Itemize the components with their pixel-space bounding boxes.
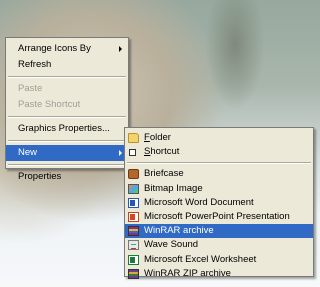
submenu-item-label: Briefcase xyxy=(144,168,184,180)
menu-item-paste[interactable]: Paste xyxy=(6,81,128,97)
shortcut-icon xyxy=(129,149,136,157)
excel-icon xyxy=(128,254,139,265)
submenu-item-label: Microsoft Word Document xyxy=(144,196,254,208)
submenu-item-winrar-archive[interactable]: WinRAR archive xyxy=(125,224,313,239)
folder-icon xyxy=(128,133,139,143)
powerpoint-icon xyxy=(128,211,139,222)
submenu-item-bitmap-image[interactable]: Bitmap Image xyxy=(125,182,313,196)
menu-item-label: Graphics Properties... xyxy=(18,123,110,134)
word-document-icon xyxy=(128,197,139,208)
submenu-item-briefcase[interactable]: Briefcase xyxy=(125,167,313,181)
menu-separator xyxy=(127,162,311,165)
wallpaper-shadow xyxy=(205,0,265,110)
desktop-context-menu: Arrange Icons By Refresh Paste Paste Sho… xyxy=(5,37,129,182)
submenu-item-shortcut[interactable]: Shortcut xyxy=(125,145,313,159)
submenu-item-label: WinRAR archive xyxy=(144,225,214,237)
submenu-item-wave-sound[interactable]: Wave Sound xyxy=(125,238,313,252)
menu-item-label: Properties xyxy=(18,171,62,182)
submenu-item-label: Microsoft Excel Worksheet xyxy=(144,253,257,265)
submenu-item-word-document[interactable]: Microsoft Word Document xyxy=(125,196,313,210)
menu-item-paste-shortcut[interactable]: Paste Shortcut xyxy=(6,97,128,113)
submenu-item-label: WinRAR ZIP archive xyxy=(144,267,231,279)
menu-separator xyxy=(8,140,126,142)
menu-item-label: Paste xyxy=(18,83,43,94)
menu-item-graphics-properties[interactable]: Graphics Properties... xyxy=(6,121,128,137)
submenu-item-label: older xyxy=(149,132,171,143)
menu-item-arrange-icons-by[interactable]: Arrange Icons By xyxy=(6,41,128,57)
winrar-icon xyxy=(128,226,139,237)
menu-separator xyxy=(8,76,126,78)
menu-separator xyxy=(8,164,126,166)
bitmap-icon xyxy=(128,183,139,194)
submenu-arrow-icon xyxy=(119,150,122,156)
winrar-zip-icon xyxy=(128,268,139,279)
menu-item-properties[interactable]: Properties xyxy=(6,169,128,185)
submenu-item-folder[interactable]: Folder xyxy=(125,131,313,145)
menu-item-label: Paste Shortcut xyxy=(18,99,81,110)
submenu-item-label: hortcut xyxy=(150,146,180,158)
briefcase-icon xyxy=(128,169,139,180)
menu-item-new[interactable]: New xyxy=(6,145,128,161)
wave-sound-icon xyxy=(128,240,139,251)
menu-item-label: New xyxy=(18,147,38,158)
menu-item-refresh[interactable]: Refresh xyxy=(6,57,128,73)
submenu-item-powerpoint-presentation[interactable]: Microsoft PowerPoint Presentation xyxy=(125,210,313,224)
submenu-item-excel-worksheet[interactable]: Microsoft Excel Worksheet xyxy=(125,253,313,267)
menu-item-label: Refresh xyxy=(18,59,52,70)
new-submenu: Folder Shortcut Briefcase Bitmap Image M… xyxy=(124,127,314,279)
submenu-item-winrar-zip-archive[interactable]: WinRAR ZIP archive xyxy=(125,267,313,281)
submenu-item-label: Bitmap Image xyxy=(144,182,203,194)
submenu-item-label: Wave Sound xyxy=(144,239,199,251)
submenu-arrow-icon xyxy=(119,46,122,52)
submenu-item-label: Microsoft PowerPoint Presentation xyxy=(144,210,290,222)
menu-item-label: Arrange Icons By xyxy=(18,43,91,54)
menu-separator xyxy=(8,116,126,118)
